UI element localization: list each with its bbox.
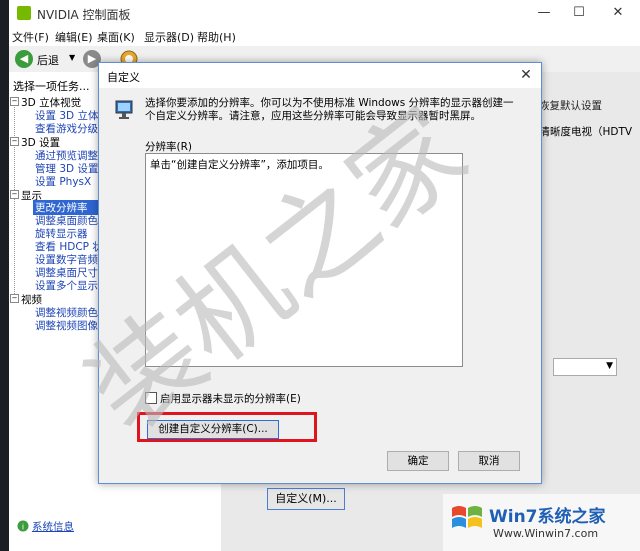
dialog-close-icon[interactable]: ✕ <box>515 65 537 85</box>
tree-guide-line <box>14 102 15 298</box>
maximize-icon[interactable]: ☐ <box>562 2 596 24</box>
collapse-icon[interactable]: − <box>10 137 19 146</box>
settings-dropdown[interactable]: ▼ <box>553 358 617 376</box>
task-panel-header: 选择一项任务... <box>13 80 90 93</box>
window-close-icon[interactable]: ✕ <box>601 2 635 24</box>
svg-text:i: i <box>22 523 24 532</box>
collapse-icon[interactable]: − <box>10 190 19 199</box>
restore-defaults-link[interactable]: 恢复默认设置 <box>539 98 640 113</box>
custom-resolution-dialog: 自定义 ✕ 选择你要添加的分辨率。你可以为不使用标准 Windows 分辨率的显… <box>98 62 542 484</box>
hdtv-list-item[interactable]: 高清晰度电视（HDTV <box>529 124 640 139</box>
cancel-button[interactable]: 取消 <box>458 451 520 471</box>
nvidia-app-icon <box>17 6 31 20</box>
history-dropdown-icon[interactable]: ▼ <box>69 53 75 62</box>
monitor-icon <box>115 100 133 119</box>
enable-undisplayed-checkbox[interactable] <box>145 392 157 404</box>
menu-bar: 文件(F) 编辑(E) 桌面(K) 显示器(D) 帮助(H) <box>9 26 640 46</box>
dialog-title-bar[interactable]: 自定义 ✕ <box>99 63 541 88</box>
customize-button[interactable]: 自定义(M)... <box>267 488 345 510</box>
menu-display[interactable]: 显示器(D) <box>144 29 194 45</box>
ok-button[interactable]: 确定 <box>387 451 449 471</box>
resolution-label: 分辨率(R) <box>145 141 192 153</box>
back-arrow-icon[interactable]: ◀ <box>15 50 33 68</box>
win7-logo: Win7系统之家 Www.Winwin7.com <box>443 494 640 551</box>
system-info-link[interactable]: 系统信息 <box>32 519 74 534</box>
collapse-icon[interactable]: − <box>10 97 19 106</box>
window-title: NVIDIA 控制面板 <box>37 8 131 22</box>
brand-url: Www.Winwin7.com <box>493 527 599 540</box>
collapse-icon[interactable]: − <box>10 294 19 303</box>
chevron-down-icon: ▼ <box>606 361 613 371</box>
title-bar[interactable]: NVIDIA 控制面板 — ☐ ✕ <box>9 0 640 26</box>
create-custom-resolution-button[interactable]: 创建自定义分辨率(C)... <box>147 420 279 439</box>
brand-text: Win7系统之家 <box>489 507 606 527</box>
info-icon: i <box>17 520 29 532</box>
resolution-list[interactable]: 单击“创建自定义分辨率”，添加项目。 <box>145 153 463 367</box>
menu-edit[interactable]: 编辑(E) <box>55 29 93 45</box>
back-button-label[interactable]: 后退 <box>37 52 59 68</box>
checkbox-label[interactable]: 启用显示器未显示的分辨率(E) <box>160 391 301 406</box>
desktop-background-strip <box>0 0 9 551</box>
dialog-description: 选择你要添加的分辨率。你可以为不使用标准 Windows 分辨率的显示器创建一个… <box>145 97 514 122</box>
windows-flag-icon <box>452 506 482 528</box>
menu-desktop[interactable]: 桌面(K) <box>97 29 135 45</box>
minimize-icon[interactable]: — <box>527 2 561 24</box>
menu-help[interactable]: 帮助(H) <box>197 29 236 45</box>
dialog-title: 自定义 <box>107 71 140 84</box>
list-item: 单击“创建自定义分辨率”，添加项目。 <box>150 159 329 171</box>
menu-file[interactable]: 文件(F) <box>12 29 49 45</box>
